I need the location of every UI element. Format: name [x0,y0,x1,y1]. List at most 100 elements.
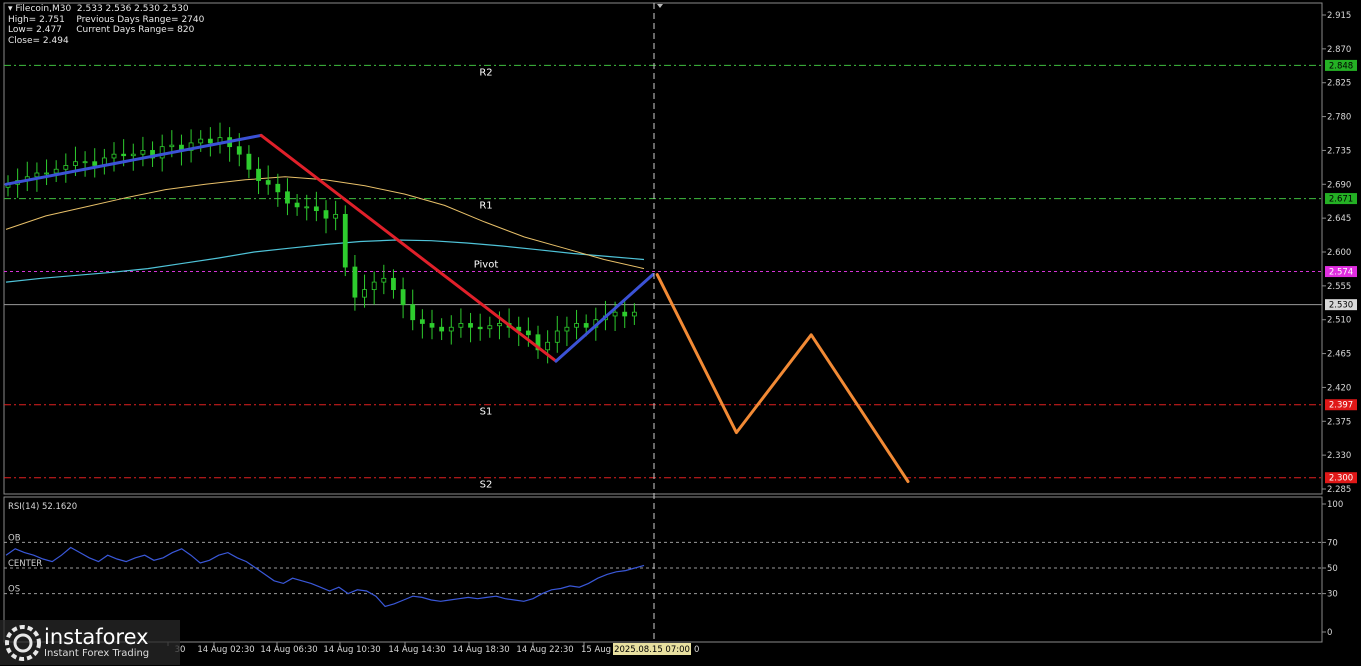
candle-body [564,326,570,332]
level-name-r1: R1 [479,201,492,212]
price-tick-label: 2.510 [1327,316,1351,326]
candle-body [140,150,146,155]
cursor-time-tail: 0 [694,645,699,655]
price-axis: 2.915 2.870 2.825 2.780 2.735 2.690 2.645 2.600… [1322,11,1351,495]
price-tick-label: 2.735 [1327,146,1351,156]
rsi-tick-label: 70 [1327,538,1338,548]
pivot-levels: R2 2.848 R1 2.671 Pivot 2.574 S1 2.397 S2 2.300 2.… [4,59,1357,491]
price-tick-label: 2.915 [1327,11,1351,21]
current-days-range: Current Days Range= 820 [76,25,195,35]
candle-body [275,183,281,193]
candle-body [130,153,136,157]
candle-body [400,289,406,306]
price-chart[interactable]: 2.915 2.870 2.825 2.780 2.735 2.690 2.645 2.600… [0,0,1361,665]
candle-body [323,210,329,219]
candle-body [419,319,425,324]
low-value: Low= 2.477 [8,25,62,35]
time-tick-label: 14 Aug 02:30 [197,645,254,655]
candle-body [111,153,117,159]
candle-body [468,323,473,328]
high-value: High= 2.751 [8,14,65,25]
price-tick-label: 2.645 [1327,214,1351,224]
candle-body [554,330,560,343]
forecast-path [655,273,910,483]
price-tick-label: 2.465 [1327,350,1351,360]
candle-body [34,172,40,178]
instaforex-logo-icon [4,624,42,662]
price-tick-label: 2.420 [1327,383,1351,393]
price-tick-label: 2.285 [1327,485,1351,495]
time-axis: 30 14 Aug 02:30 14 Aug 06:30 14 Aug 10:30 14… [167,642,699,655]
rsi-title: RSI(14) 52.1620 [8,502,77,512]
trend-lines [4,133,910,483]
price-tick-label: 2.555 [1327,282,1351,292]
candle-body [448,326,454,332]
candle-body [631,311,637,317]
time-tick-label: 14 Aug 14:30 [388,645,445,655]
time-tick-label: 14 Aug 06:30 [260,645,317,655]
level-price-label: 2.671 [1329,195,1353,205]
symbol-ohlc: Filecoin,M30 2.533 2.536 2.530 2.530 [15,4,189,14]
level-price-label: 2.574 [1329,268,1353,278]
rsi-panel-frame [3,496,1323,643]
previous-days-range: Previous Days Range= 2740 [76,14,205,25]
candle-body [583,323,589,328]
level-price-label: 2.300 [1329,474,1353,484]
time-tick-label: 14 Aug 22:30 [516,645,573,655]
brand-tagline: Instant Forex Trading [44,647,150,659]
candle-body [73,161,78,166]
current-price-label: 2.530 [1329,301,1353,311]
candle-body [256,168,261,181]
candle-body [525,330,531,336]
level-name-r2: R2 [479,67,492,78]
candle-body [121,153,127,157]
candle-body [497,323,502,327]
candle-body [265,180,271,185]
symbol-info: ▾ Filecoin,M30 2.533 2.536 2.530 2.530 H… [8,4,204,46]
candle-body [207,138,213,144]
level-name-s1: S1 [480,407,493,418]
price-tick-label: 2.780 [1327,113,1351,123]
price-tick-label: 2.690 [1327,180,1351,190]
cursor-marker-icon [657,4,663,8]
rsi-band-label-ob: OB [8,533,21,543]
candle-body [439,326,445,332]
candle-body [44,172,49,175]
candle-body [92,161,98,166]
candle-body [458,323,464,328]
rsi-band-label-center: CENTER [8,559,42,569]
candle-body [246,153,252,170]
moving-averages [5,176,645,283]
candle-body [198,138,204,144]
candle-body [294,202,300,208]
candle-body [285,191,290,204]
brand-name: instaforex [44,624,149,649]
price-panel-frame [3,2,1323,495]
rsi-line [5,546,645,608]
candle-body [622,311,628,317]
candle-body [362,289,367,298]
level-name-s2: S2 [480,480,493,491]
price-tick-label: 2.825 [1327,79,1351,89]
time-tick-label: 15 Aug [581,645,611,655]
candle-body [545,341,551,351]
time-tick-label: 14 Aug 10:30 [323,645,380,655]
downtrend-line [259,133,558,363]
candle-body [410,304,416,321]
candle-body [574,323,579,328]
time-tick-label: 14 Aug 18:30 [452,645,509,655]
instaforex-watermark: instaforex Instant Forex Trading [0,620,180,665]
price-tick-label: 2.600 [1327,248,1351,258]
candle-body [333,213,339,219]
candle-body [304,206,310,209]
candle-body [236,146,242,155]
rsi-band-label-os: OS [8,585,20,595]
candle-body [477,326,483,330]
candle-body [487,325,493,330]
candle-body [429,323,435,328]
rsi-tick-label: 0 [1327,628,1332,638]
candle-body [391,277,396,291]
candle-body [63,165,69,170]
rsi-tick-label: 50 [1327,564,1338,574]
candle-body [82,161,88,164]
